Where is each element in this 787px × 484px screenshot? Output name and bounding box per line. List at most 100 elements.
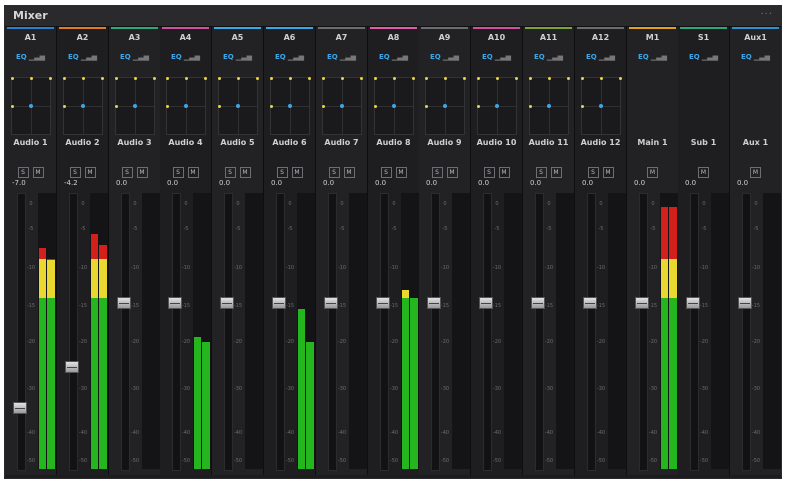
eq-button[interactable]: EQ ▁▃▅ (212, 53, 263, 66)
mute-button[interactable]: M (32, 167, 44, 178)
pan-position-dot[interactable] (288, 104, 292, 108)
eq-button[interactable]: EQ ▁▃▅ (575, 53, 626, 66)
pan-control[interactable] (374, 77, 415, 135)
fader-handle[interactable] (65, 361, 79, 373)
mute-button[interactable]: M (395, 167, 407, 178)
mute-button[interactable]: M (550, 167, 562, 178)
track-id-label[interactable]: M1 (627, 33, 678, 42)
fader-handle[interactable] (427, 297, 441, 309)
eq-button[interactable]: EQ ▁▃▅ (5, 53, 56, 66)
solo-button[interactable]: S (69, 167, 81, 178)
pan-position-dot[interactable] (184, 104, 188, 108)
pan-control[interactable] (477, 77, 518, 135)
channel-name[interactable]: Audio 3 (109, 138, 160, 147)
mute-button[interactable]: M (84, 167, 96, 178)
pan-position-dot[interactable] (443, 104, 447, 108)
pan-control[interactable] (581, 77, 622, 135)
solo-button[interactable]: S (587, 167, 599, 178)
options-menu-icon[interactable]: ··· (760, 9, 773, 20)
track-id-label[interactable]: A4 (160, 33, 211, 42)
eq-button[interactable]: EQ ▁▃▅ (730, 53, 781, 66)
pan-control[interactable] (166, 77, 207, 135)
channel-name[interactable]: Audio 9 (419, 138, 470, 147)
track-id-label[interactable]: A8 (368, 33, 419, 42)
track-id-label[interactable]: S1 (678, 33, 729, 42)
pan-control[interactable] (218, 77, 259, 135)
solo-button[interactable]: S (380, 167, 392, 178)
pan-position-dot[interactable] (340, 104, 344, 108)
eq-button[interactable]: EQ ▁▃▅ (264, 53, 315, 66)
eq-button[interactable]: EQ ▁▃▅ (57, 53, 108, 66)
mute-button[interactable]: M (698, 167, 709, 178)
track-id-label[interactable]: A2 (57, 33, 108, 42)
mute-button[interactable]: M (343, 167, 355, 178)
fader-handle[interactable] (220, 297, 234, 309)
channel-name[interactable]: Audio 2 (57, 138, 108, 147)
pan-position-dot[interactable] (133, 104, 137, 108)
pan-control[interactable] (11, 77, 52, 135)
fader-handle[interactable] (376, 297, 390, 309)
solo-button[interactable]: S (483, 167, 495, 178)
eq-button[interactable]: EQ ▁▃▅ (419, 53, 470, 66)
solo-button[interactable]: S (17, 167, 29, 178)
mute-button[interactable]: M (750, 167, 761, 178)
track-id-label[interactable]: A9 (419, 33, 470, 42)
fader-handle[interactable] (117, 297, 131, 309)
track-id-label[interactable]: Aux1 (730, 33, 781, 42)
channel-name[interactable]: Audio 7 (316, 138, 367, 147)
pan-position-dot[interactable] (392, 104, 396, 108)
fader-handle[interactable] (272, 297, 286, 309)
channel-name[interactable]: Audio 5 (212, 138, 263, 147)
channel-name[interactable]: Audio 11 (523, 138, 574, 147)
solo-button[interactable]: S (276, 167, 288, 178)
eq-button[interactable]: EQ ▁▃▅ (160, 53, 211, 66)
solo-button[interactable]: S (224, 167, 236, 178)
fader-handle[interactable] (479, 297, 493, 309)
eq-button[interactable]: EQ ▁▃▅ (678, 53, 729, 66)
channel-name[interactable]: Audio 4 (160, 138, 211, 147)
fader-handle[interactable] (635, 297, 649, 309)
solo-button[interactable]: S (431, 167, 443, 178)
eq-button[interactable]: EQ ▁▃▅ (368, 53, 419, 66)
track-id-label[interactable]: A3 (109, 33, 160, 42)
pan-control[interactable] (270, 77, 311, 135)
mute-button[interactable]: M (446, 167, 458, 178)
fader-handle[interactable] (13, 402, 27, 414)
pan-control[interactable] (63, 77, 104, 135)
channel-name[interactable]: Main 1 (627, 138, 678, 147)
mute-button[interactable]: M (647, 167, 658, 178)
track-id-label[interactable]: A1 (5, 33, 56, 42)
eq-button[interactable]: EQ ▁▃▅ (523, 53, 574, 66)
channel-name[interactable]: Audio 10 (471, 138, 522, 147)
channel-name[interactable]: Audio 6 (264, 138, 315, 147)
eq-button[interactable]: EQ ▁▃▅ (471, 53, 522, 66)
fader-handle[interactable] (324, 297, 338, 309)
channel-name[interactable]: Aux 1 (730, 138, 781, 147)
channel-name[interactable]: Sub 1 (678, 138, 729, 147)
mute-button[interactable]: M (136, 167, 148, 178)
eq-button[interactable]: EQ ▁▃▅ (627, 53, 678, 66)
pan-control[interactable] (322, 77, 363, 135)
pan-position-dot[interactable] (29, 104, 33, 108)
eq-button[interactable]: EQ ▁▃▅ (316, 53, 367, 66)
mute-button[interactable]: M (239, 167, 251, 178)
channel-name[interactable]: Audio 12 (575, 138, 626, 147)
pan-position-dot[interactable] (495, 104, 499, 108)
track-id-label[interactable]: A7 (316, 33, 367, 42)
track-id-label[interactable]: A6 (264, 33, 315, 42)
track-id-label[interactable]: A11 (523, 33, 574, 42)
fader-handle[interactable] (168, 297, 182, 309)
channel-name[interactable]: Audio 8 (368, 138, 419, 147)
pan-position-dot[interactable] (547, 104, 551, 108)
solo-button[interactable]: S (121, 167, 133, 178)
track-id-label[interactable]: A10 (471, 33, 522, 42)
fader-handle[interactable] (686, 297, 700, 309)
pan-control[interactable] (425, 77, 466, 135)
mute-button[interactable]: M (498, 167, 510, 178)
pan-position-dot[interactable] (599, 104, 603, 108)
track-id-label[interactable]: A12 (575, 33, 626, 42)
fader-handle[interactable] (738, 297, 752, 309)
solo-button[interactable]: S (328, 167, 340, 178)
fader-handle[interactable] (583, 297, 597, 309)
mute-button[interactable]: M (602, 167, 614, 178)
